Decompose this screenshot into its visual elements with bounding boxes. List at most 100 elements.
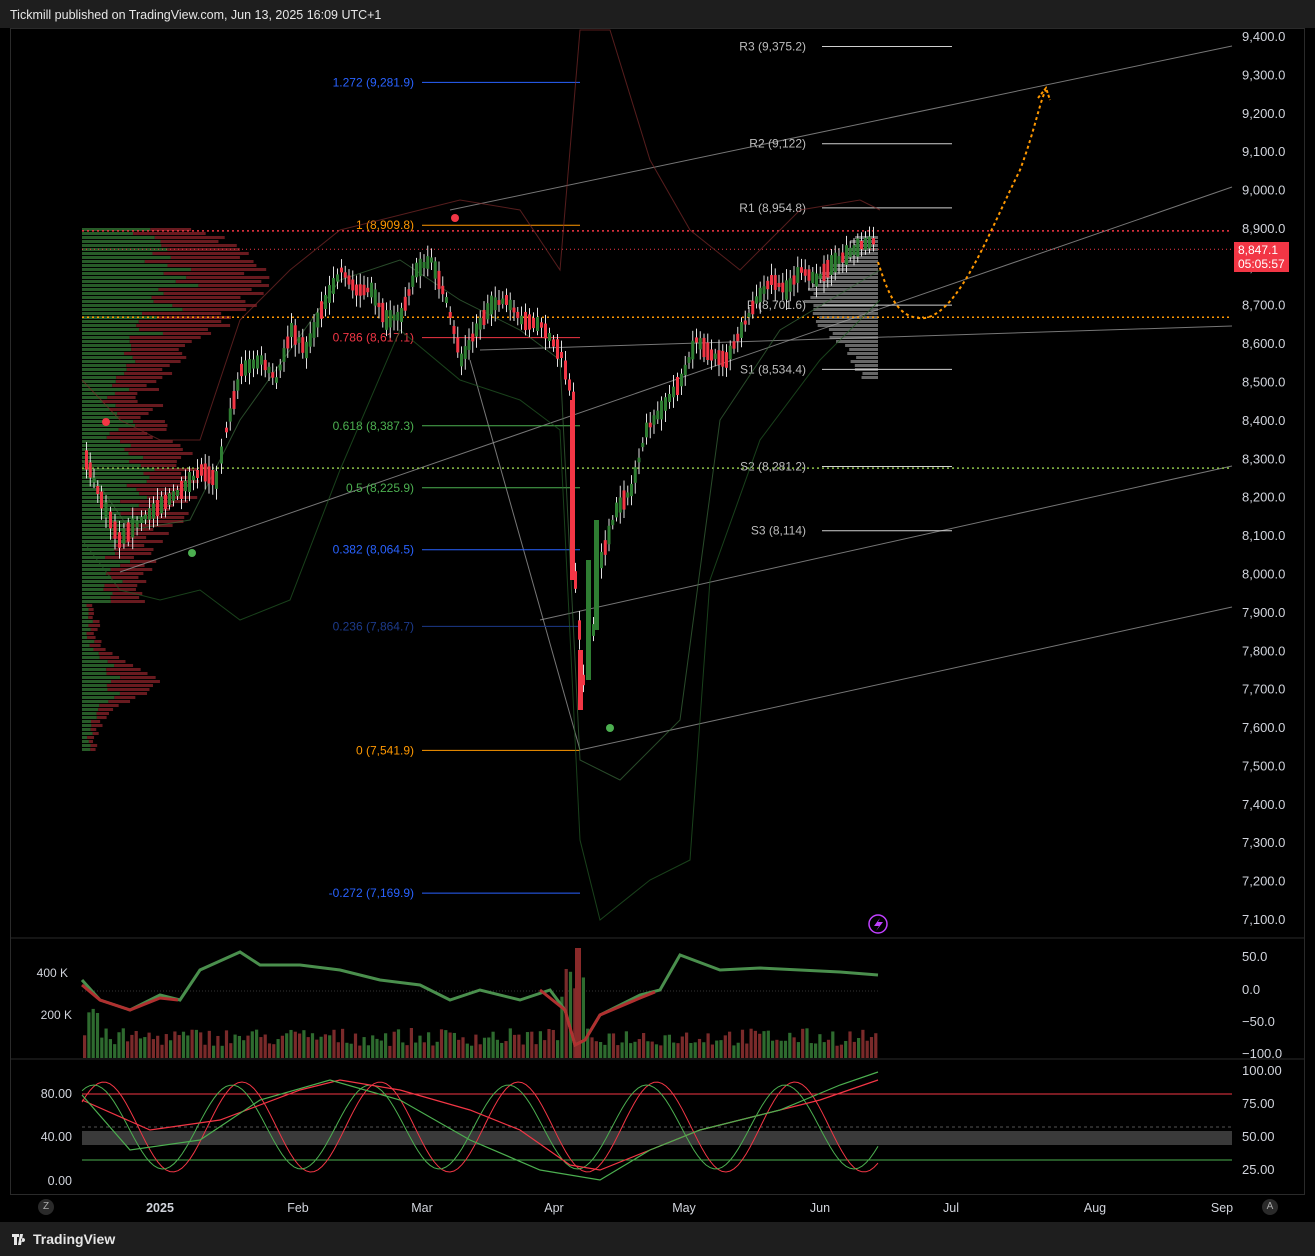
tradingview-logo[interactable]: TradingView (12, 1231, 115, 1247)
volume-profile-bar (114, 664, 134, 667)
time-axis-tick: Feb (287, 1201, 309, 1215)
volume-bar (169, 1040, 173, 1058)
volume-profile-bar (82, 456, 144, 459)
candle-down (807, 269, 811, 281)
candle-up (687, 357, 691, 363)
volume-bar (349, 1043, 353, 1058)
volume-profile-bar (82, 716, 97, 719)
candle-up (188, 472, 191, 492)
chart-canvas[interactable]: 9,400.0 9,300.0 9,200.0 9,100.0 9,000.0 8,900… (0, 0, 1315, 1222)
session-profile-bar (861, 376, 878, 379)
candle-up (490, 295, 493, 315)
candle-up (630, 483, 633, 497)
volume-bar (233, 1034, 237, 1058)
candle-up (328, 285, 331, 303)
volume-profile-bar (82, 392, 115, 395)
volume-profile-bar (94, 640, 102, 643)
pivot-level-label: S1 (8,534.4) (740, 362, 806, 376)
volume-bar (663, 1035, 667, 1058)
volume-bar (504, 1041, 508, 1058)
volume-bar (650, 1041, 654, 1058)
volume-profile-bar (90, 748, 96, 751)
volume-bar (212, 1045, 216, 1058)
candle-up (426, 256, 430, 269)
session-profile-bar (808, 288, 878, 291)
auto-scale-button[interactable]: A (1262, 1199, 1278, 1215)
candle-up (422, 261, 426, 269)
candle-up (493, 297, 497, 311)
price-axis-tick: 8,600.0 (1242, 336, 1285, 351)
volume-profile-bar (106, 684, 153, 687)
candle-down (710, 349, 713, 361)
volume-bar (250, 1031, 254, 1058)
volume-profile-bar (129, 388, 159, 391)
volume-profile-bar (82, 408, 110, 411)
volume-profile-bar (133, 232, 206, 235)
candle-up (818, 273, 822, 279)
bar-countdown: 05:05:57 (1238, 257, 1285, 271)
volume-profile-bar (82, 496, 147, 499)
volume-profile-bar (96, 712, 109, 715)
candle-up (336, 274, 339, 282)
volume-profile-bar (90, 744, 98, 747)
volume-bar (164, 1034, 168, 1058)
zoom-reset-button[interactable]: Z (38, 1199, 54, 1215)
trend-channel-line (539, 465, 1233, 621)
volume-profile-bar (82, 608, 89, 611)
candle-down (860, 240, 863, 250)
candle-up (548, 333, 551, 341)
volume-bar (869, 1037, 874, 1058)
price-axis-tick: 7,200.0 (1242, 874, 1285, 889)
candle-up (728, 345, 732, 360)
candle-down (570, 400, 575, 580)
candle-down (552, 339, 555, 347)
projection-arrowhead (1037, 85, 1051, 101)
volume-profile-bar (107, 660, 126, 663)
volume-bar (874, 1033, 878, 1058)
volume-bar (95, 1013, 100, 1058)
volume-profile-bar (143, 472, 182, 475)
session-profile-bar (803, 300, 878, 303)
volume-bar (405, 1045, 409, 1058)
stochastic-axis-tick: 0.00 (48, 1174, 72, 1188)
volume-bar (844, 1040, 848, 1058)
price-axis-tick: 8,900.0 (1242, 221, 1285, 236)
volume-profile-bar (82, 524, 126, 527)
candle-up (433, 261, 437, 279)
candle-up (740, 322, 743, 338)
volume-bar (242, 1040, 246, 1058)
volume-bar (513, 1034, 517, 1058)
volume-profile-bar (198, 284, 269, 287)
volume-bar (749, 1028, 753, 1058)
time-axis-tick: 2025 (146, 1201, 174, 1215)
volume-bar (689, 1042, 693, 1058)
volume-bar (401, 1042, 405, 1058)
candle-down (437, 270, 441, 290)
volume-axis-tick: 400 K (37, 966, 68, 980)
volume-bar (814, 1043, 818, 1058)
price-axis-tick: 9,000.0 (1242, 183, 1285, 198)
volume-bar (538, 1031, 542, 1058)
volume-axis-tick: 200 K (41, 1008, 72, 1022)
envelope-line (81, 299, 881, 921)
volume-profile-bar (88, 624, 101, 627)
candle-up (536, 317, 539, 331)
volume-profile-bar (154, 236, 225, 239)
volume-profile-bar (161, 244, 237, 247)
session-profile-bar (849, 348, 878, 351)
candle-up (815, 273, 818, 287)
candle-up (135, 520, 139, 528)
volume-profile-bar (82, 304, 173, 307)
volume-profile-bar (135, 360, 181, 363)
volume-profile-bar (82, 516, 145, 519)
volume-profile-bar (82, 664, 115, 667)
volume-profile-bar (170, 256, 240, 259)
volume-bar (306, 1037, 310, 1058)
stochastic-neutral-band (82, 1131, 1232, 1145)
candle-up (755, 296, 758, 304)
signal-dot (451, 214, 459, 222)
volume-bar (237, 1035, 241, 1058)
candle-down (568, 379, 571, 391)
volume-bar (293, 1031, 297, 1058)
volume-bar (723, 1035, 727, 1058)
